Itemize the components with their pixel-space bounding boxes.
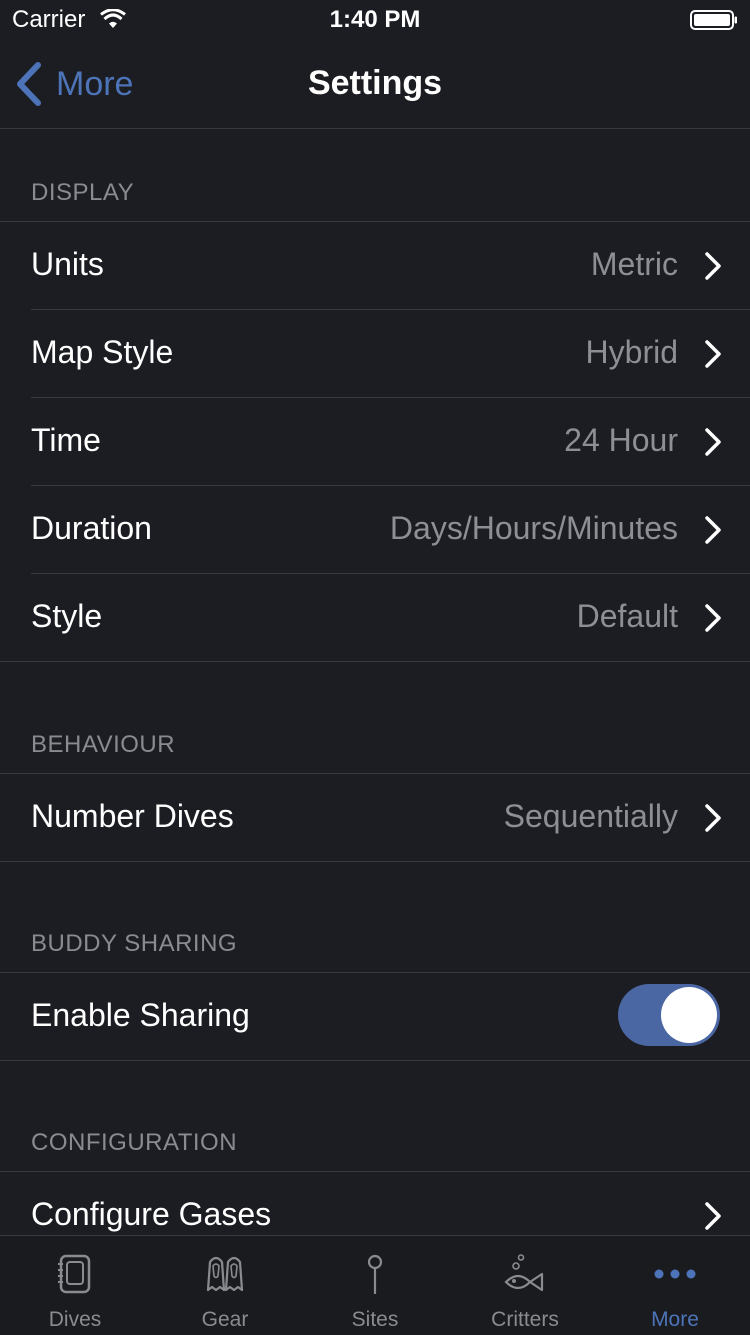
fish-icon: [504, 1254, 544, 1292]
configuration-group: Configure Gases: [0, 1171, 750, 1235]
settings-row-map-style[interactable]: Map Style Hybrid: [0, 309, 750, 397]
settings-row-duration[interactable]: Duration Days/Hours/Minutes: [0, 485, 750, 573]
row-label: Time: [31, 422, 101, 458]
row-value: Hybrid: [585, 334, 678, 370]
section-header-display: DISPLAY: [0, 129, 750, 221]
enable-sharing-toggle[interactable]: [618, 984, 720, 1046]
pin-icon: [367, 1254, 383, 1294]
row-value: Metric: [590, 246, 678, 282]
buddy-sharing-group: Enable Sharing: [0, 972, 750, 1061]
chevron-right-icon: [705, 804, 721, 832]
tab-label: Sites: [351, 1308, 399, 1331]
tab-label: Critters: [491, 1308, 559, 1331]
settings-row-configure-gases[interactable]: Configure Gases: [0, 1172, 750, 1235]
row-label: Enable Sharing: [31, 997, 250, 1033]
tab-label: More: [651, 1308, 699, 1331]
chevron-right-icon: [705, 340, 721, 368]
battery-icon: [690, 10, 737, 30]
settings-row-enable-sharing: Enable Sharing: [0, 973, 750, 1060]
dive-log-icon: [58, 1254, 91, 1294]
tab-bar: Dives Gear Sites Critters More: [0, 1235, 750, 1335]
chevron-right-icon: [705, 428, 721, 456]
tab-sites[interactable]: Sites: [300, 1236, 450, 1335]
row-value: 24 Hour: [564, 422, 678, 458]
tab-gear[interactable]: Gear: [150, 1236, 300, 1335]
more-dots-icon: [654, 1269, 696, 1279]
section-header-label: BUDDY SHARING: [31, 930, 238, 957]
row-label: Map Style: [31, 334, 174, 370]
tab-dives[interactable]: Dives: [0, 1236, 150, 1335]
display-group: Units Metric Map Style Hybrid Time 24 Ho…: [0, 221, 750, 662]
settings-row-number-dives[interactable]: Number Dives Sequentially: [0, 774, 750, 861]
row-label: Number Dives: [31, 798, 234, 834]
section-header-label: DISPLAY: [31, 179, 135, 206]
tab-label: Dives: [48, 1308, 102, 1331]
settings-row-units[interactable]: Units Metric: [0, 222, 750, 309]
status-bar: Carrier 1:40 PM: [0, 0, 750, 40]
row-label: Configure Gases: [31, 1196, 272, 1232]
behaviour-group: Number Dives Sequentially: [0, 773, 750, 862]
row-value: Days/Hours/Minutes: [389, 510, 678, 546]
fins-icon: [206, 1256, 244, 1292]
tab-more[interactable]: More: [600, 1236, 750, 1335]
status-time: 1:40 PM: [329, 6, 421, 33]
row-label: Style: [31, 598, 103, 634]
section-header-label: CONFIGURATION: [31, 1129, 238, 1156]
row-label: Duration: [31, 510, 152, 546]
section-header-behaviour: BEHAVIOUR: [0, 662, 750, 773]
section-header-configuration: CONFIGURATION: [0, 1061, 750, 1171]
page-title: Settings: [307, 64, 443, 102]
chevron-right-icon: [705, 516, 721, 544]
tab-critters[interactable]: Critters: [450, 1236, 600, 1335]
tab-label: Gear: [201, 1308, 249, 1331]
navigation-bar: More Settings: [0, 40, 750, 129]
section-header-buddy-sharing: BUDDY SHARING: [0, 862, 750, 972]
row-label: Units: [31, 246, 104, 282]
settings-list[interactable]: DISPLAY Units Metric Map Style Hybrid Ti…: [0, 129, 750, 1235]
chevron-right-icon: [705, 1202, 721, 1230]
row-value: Default: [576, 598, 678, 634]
chevron-right-icon: [705, 252, 721, 280]
section-header-label: BEHAVIOUR: [31, 731, 176, 758]
chevron-right-icon: [705, 604, 721, 632]
toggle-knob: [661, 987, 717, 1043]
settings-row-style[interactable]: Style Default: [0, 573, 750, 661]
settings-row-time[interactable]: Time 24 Hour: [0, 397, 750, 485]
row-value: Sequentially: [503, 798, 678, 834]
